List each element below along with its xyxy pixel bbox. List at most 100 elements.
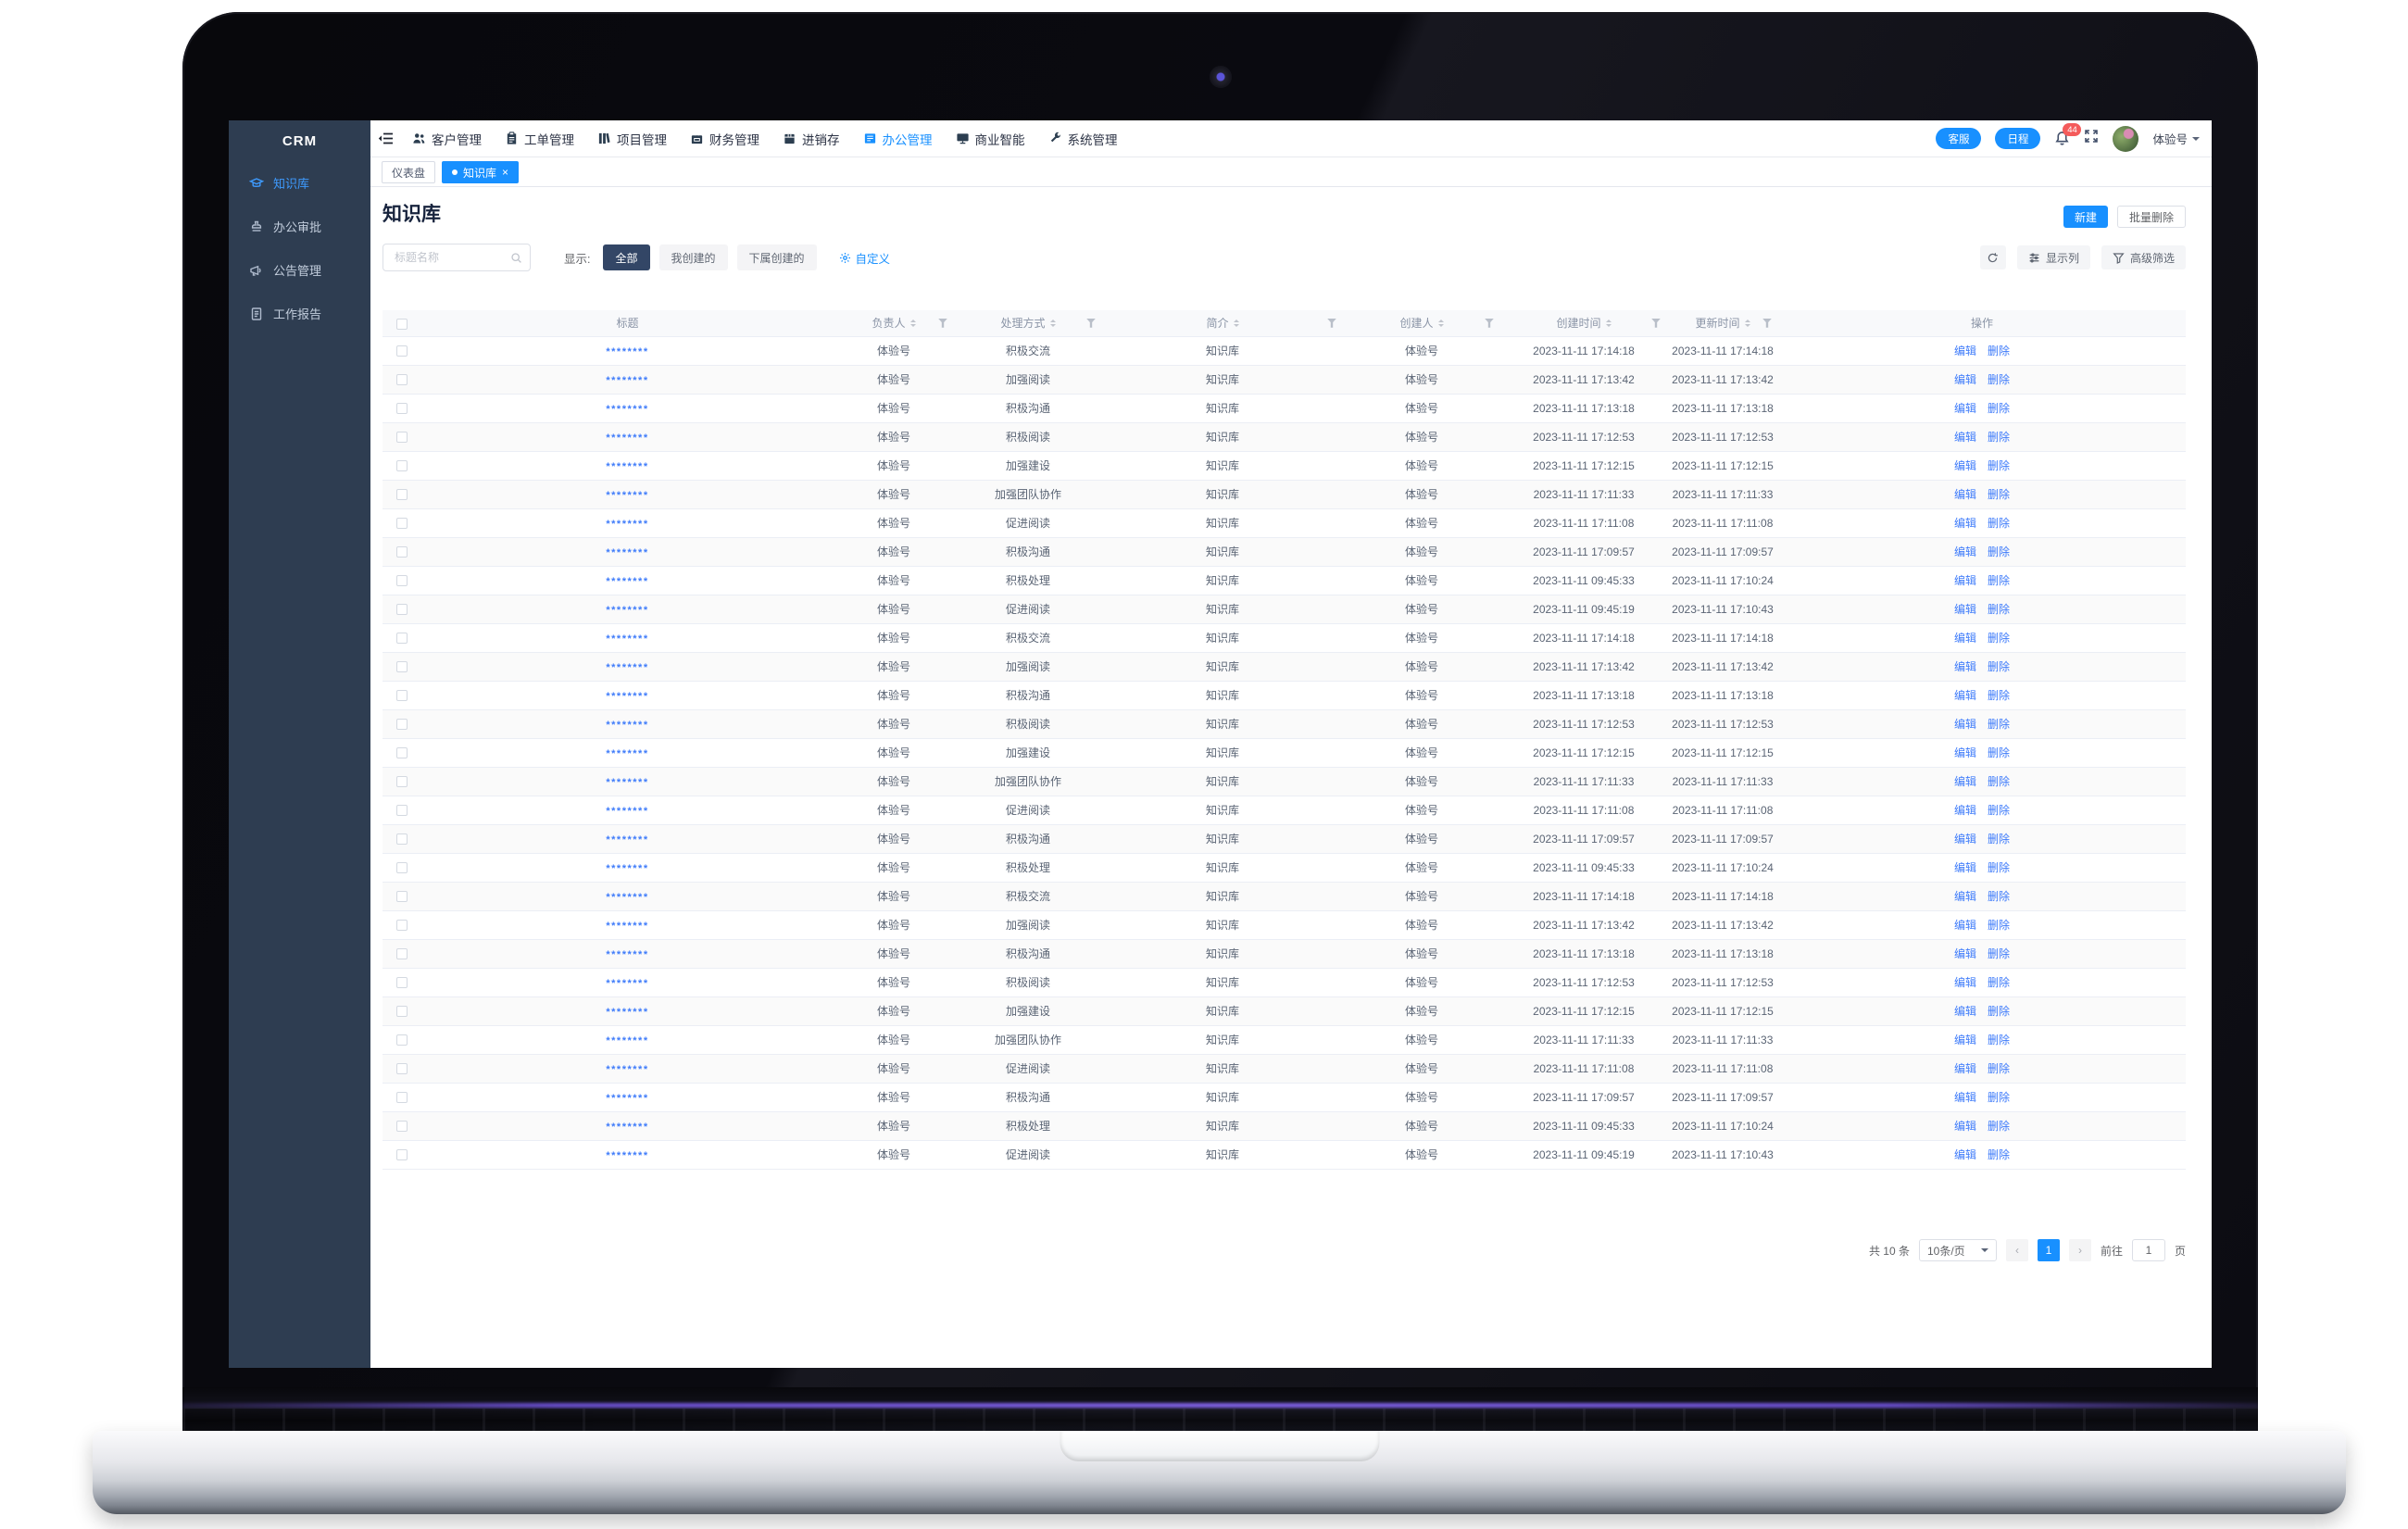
sort-icon[interactable] [910, 320, 916, 327]
row-edit-link[interactable]: 编辑 [1954, 574, 1976, 587]
row-title-link[interactable]: ******** [606, 576, 648, 587]
row-checkbox[interactable] [396, 546, 408, 558]
filter-icon[interactable] [1651, 319, 1661, 328]
row-delete-link[interactable]: 删除 [1988, 804, 2010, 817]
row-title-link[interactable]: ******** [606, 490, 648, 501]
row-edit-link[interactable]: 编辑 [1954, 1062, 1976, 1075]
row-delete-link[interactable]: 删除 [1988, 746, 2010, 759]
row-checkbox[interactable] [396, 518, 408, 529]
row-delete-link[interactable]: 删除 [1988, 660, 2010, 673]
filter-icon[interactable] [1327, 319, 1336, 328]
tab-knowledge[interactable]: 知识库 × [442, 161, 519, 183]
search-input[interactable] [393, 250, 510, 265]
row-checkbox[interactable] [396, 1149, 408, 1160]
row-delete-link[interactable]: 删除 [1988, 345, 2010, 357]
sidebar-item-knowledge[interactable]: 知识库 [229, 161, 370, 205]
row-edit-link[interactable]: 编辑 [1954, 632, 1976, 645]
row-checkbox[interactable] [396, 374, 408, 385]
row-checkbox[interactable] [396, 460, 408, 471]
filter-icon[interactable] [1762, 319, 1772, 328]
row-edit-link[interactable]: 编辑 [1954, 660, 1976, 673]
row-checkbox[interactable] [396, 1063, 408, 1074]
row-edit-link[interactable]: 编辑 [1954, 1148, 1976, 1161]
nav-item-workorders[interactable]: 工单管理 [505, 130, 574, 148]
row-checkbox[interactable] [396, 575, 408, 586]
row-title-link[interactable]: ******** [606, 404, 648, 415]
row-edit-link[interactable]: 编辑 [1954, 517, 1976, 530]
row-checkbox[interactable] [396, 948, 408, 959]
row-checkbox[interactable] [396, 833, 408, 845]
row-delete-link[interactable]: 删除 [1988, 890, 2010, 903]
row-edit-link[interactable]: 编辑 [1954, 775, 1976, 788]
row-title-link[interactable]: ******** [606, 720, 648, 731]
row-checkbox[interactable] [396, 661, 408, 672]
row-title-link[interactable]: ******** [606, 375, 648, 386]
row-title-link[interactable]: ******** [606, 346, 648, 357]
sort-icon[interactable] [1745, 320, 1750, 327]
nav-item-finance[interactable]: 财务管理 [690, 130, 759, 148]
row-title-link[interactable]: ******** [606, 633, 648, 645]
goto-page-input[interactable] [2132, 1239, 2165, 1261]
row-edit-link[interactable]: 编辑 [1954, 890, 1976, 903]
service-button[interactable]: 客服 [1936, 128, 1981, 149]
row-edit-link[interactable]: 编辑 [1954, 459, 1976, 472]
row-checkbox[interactable] [396, 977, 408, 988]
row-delete-link[interactable]: 删除 [1988, 603, 2010, 616]
row-checkbox[interactable] [396, 604, 408, 615]
per-page-select[interactable]: 10条/页 [1919, 1239, 1997, 1261]
row-delete-link[interactable]: 删除 [1988, 718, 2010, 731]
row-checkbox[interactable] [396, 489, 408, 500]
user-menu[interactable]: 体验号 [2152, 130, 2200, 147]
refresh-button[interactable] [1980, 245, 2006, 269]
row-checkbox[interactable] [396, 1121, 408, 1132]
nav-item-office[interactable]: 办公管理 [863, 130, 933, 148]
row-checkbox[interactable] [396, 776, 408, 787]
row-delete-link[interactable]: 删除 [1988, 1034, 2010, 1046]
row-delete-link[interactable]: 删除 [1988, 861, 2010, 874]
row-title-link[interactable]: ******** [606, 662, 648, 673]
row-title-link[interactable]: ******** [606, 978, 648, 989]
row-edit-link[interactable]: 编辑 [1954, 833, 1976, 846]
row-delete-link[interactable]: 删除 [1988, 574, 2010, 587]
row-edit-link[interactable]: 编辑 [1954, 1120, 1976, 1133]
row-delete-link[interactable]: 删除 [1988, 919, 2010, 932]
row-checkbox[interactable] [396, 891, 408, 902]
row-checkbox[interactable] [396, 690, 408, 701]
row-checkbox[interactable] [396, 920, 408, 931]
sort-icon[interactable] [1438, 320, 1444, 327]
next-page-button[interactable]: › [2069, 1239, 2091, 1261]
row-checkbox[interactable] [396, 345, 408, 357]
row-title-link[interactable]: ******** [606, 1007, 648, 1018]
collapse-sidebar-icon[interactable] [378, 132, 394, 145]
row-edit-link[interactable]: 编辑 [1954, 746, 1976, 759]
row-checkbox[interactable] [396, 747, 408, 758]
row-title-link[interactable]: ******** [606, 691, 648, 702]
row-title-link[interactable]: ******** [606, 547, 648, 558]
custom-filter-link[interactable]: 自定义 [839, 249, 891, 267]
row-checkbox[interactable] [396, 403, 408, 414]
filter-icon[interactable] [1485, 319, 1494, 328]
row-title-link[interactable]: ******** [606, 605, 648, 616]
row-delete-link[interactable]: 删除 [1988, 1005, 2010, 1018]
nav-item-customers[interactable]: 客户管理 [412, 130, 482, 148]
row-edit-link[interactable]: 编辑 [1954, 345, 1976, 357]
sidebar-item-approval[interactable]: 办公审批 [229, 205, 370, 248]
row-checkbox[interactable] [396, 633, 408, 644]
row-delete-link[interactable]: 删除 [1988, 517, 2010, 530]
row-title-link[interactable]: ******** [606, 519, 648, 530]
page-1-button[interactable]: 1 [2038, 1239, 2060, 1261]
close-icon[interactable]: × [502, 167, 508, 178]
row-edit-link[interactable]: 编辑 [1954, 976, 1976, 989]
filter-mine-button[interactable]: 我创建的 [659, 244, 728, 270]
select-all-checkbox[interactable] [396, 319, 408, 330]
row-edit-link[interactable]: 编辑 [1954, 488, 1976, 501]
row-checkbox[interactable] [396, 805, 408, 816]
row-title-link[interactable]: ******** [606, 949, 648, 960]
row-delete-link[interactable]: 删除 [1988, 545, 2010, 558]
row-delete-link[interactable]: 删除 [1988, 1062, 2010, 1075]
row-checkbox[interactable] [396, 1034, 408, 1046]
row-delete-link[interactable]: 删除 [1988, 402, 2010, 415]
row-title-link[interactable]: ******** [606, 806, 648, 817]
row-title-link[interactable]: ******** [606, 748, 648, 759]
schedule-button[interactable]: 日程 [1995, 128, 2040, 149]
